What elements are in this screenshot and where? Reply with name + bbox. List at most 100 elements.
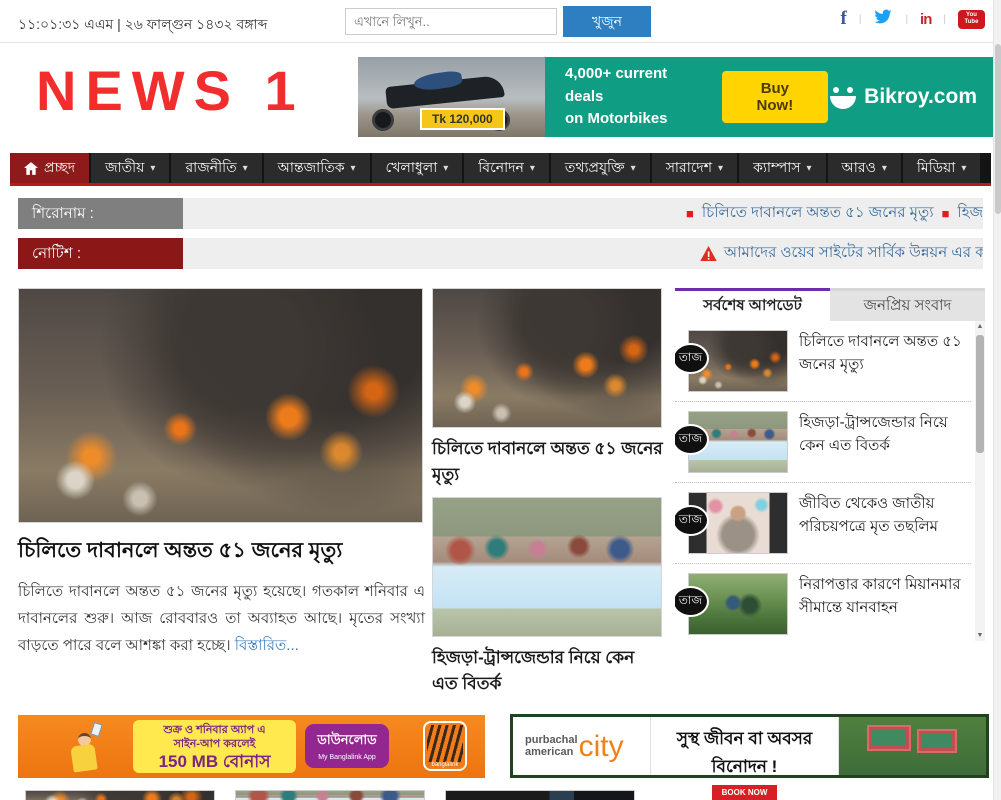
ticker-item[interactable]: হিজড়া-ট্রান্সজেন্ডার নিয়ে কেন এত বিতর্… [957, 201, 983, 226]
buy-now-button[interactable]: Buy Now! [722, 71, 829, 123]
caret-down-icon: ▾ [882, 163, 887, 174]
logo-word: purbachal [525, 734, 578, 746]
nav-item-campus[interactable]: ক্যাম্পাস▾ [739, 153, 825, 183]
nav-item-home[interactable]: প্রচ্ছদ [10, 153, 89, 183]
ticker-item[interactable]: চিলিতে দাবানলে অন্তত ৫১ জনের মৃত্যু [702, 201, 934, 226]
nav-label: জাতীয় [105, 156, 144, 180]
scrollbar-thumb[interactable] [976, 335, 984, 453]
article-thumbnail-partial[interactable] [25, 790, 215, 800]
ad-text-line1: 4,000+ current deals [565, 63, 688, 108]
sidebar: সর্বশেষ আপডেট জনপ্রিয় সংবাদ তাজ চিলিতে … [675, 288, 985, 641]
bullet-icon: ■ [686, 206, 694, 221]
linkedin-icon[interactable]: in [920, 11, 931, 28]
offer-line1: শুক্র ও শনিবার অ্যাপ এ [133, 724, 296, 738]
nav-item-media[interactable]: মিডিয়া▾ [903, 153, 980, 183]
sidebar-list: তাজ চিলিতে দাবানলে অন্তত ৫১ জনের মৃত্যু … [675, 321, 985, 641]
nav-label: রাজনীতি [185, 156, 236, 180]
nav-label: তথ্যপ্রযুক্তি [565, 156, 625, 180]
search-button[interactable]: খুজুন [563, 6, 651, 37]
nav-item-entertainment[interactable]: বিনোদন▾ [464, 153, 549, 183]
caret-down-icon: ▾ [150, 163, 155, 174]
nav-item-more[interactable]: আরও ▾ [828, 153, 901, 183]
page-scrollbar[interactable] [993, 0, 1001, 800]
tab-latest-updates[interactable]: সর্বশেষ আপডেট [675, 288, 830, 321]
article-thumbnail-partial[interactable] [445, 790, 635, 800]
list-item-title[interactable]: হিজড়া-ট্রান্সজেন্ডার নিয়ে কেন এত বিতর্… [799, 411, 971, 473]
youtube-icon[interactable]: You Tube [958, 10, 985, 29]
selfie-person-illustration [60, 725, 110, 775]
ticker-body: ■ চিলিতে দাবানলে অন্তত ৫১ জনের মৃত্যু ■ … [183, 198, 983, 229]
person-body-shape [70, 743, 97, 772]
nav-item-politics[interactable]: রাজনীতি ▾ [171, 153, 261, 183]
twitter-icon[interactable] [873, 8, 893, 30]
purbachal-ad-center: সুস্থ জীবন বা অবসর বিনোদন ! BOOK NOW [650, 717, 839, 775]
page-scrollbar-thumb[interactable] [995, 44, 1001, 214]
list-item-title[interactable]: চিলিতে দাবানলে অন্তত ৫১ জনের মৃত্যু [799, 330, 971, 392]
datetime-text: ১১:০১:৩১ এএম | ২৬ ফাল্গুন ১৪৩২ বঙ্গাব্দ [18, 13, 267, 37]
scroll-up-icon[interactable]: ▲ [976, 323, 984, 330]
secondary-article-image[interactable] [432, 288, 662, 428]
list-item[interactable]: তাজ হিজড়া-ট্রান্সজেন্ডার নিয়ে কেন এত ব… [675, 402, 971, 483]
separator: | [943, 14, 946, 25]
article-thumbnail-partial[interactable] [235, 790, 425, 800]
secondary-article-title[interactable]: চিলিতে দাবানলে অন্তত ৫১ জনের মৃত্যু [432, 436, 664, 487]
lead-article-image[interactable] [18, 288, 423, 523]
nav-label: সারাদেশ [666, 156, 712, 180]
offer-line2: সাইন-আপ করলেই [133, 738, 296, 752]
nav-item-international[interactable]: আন্তজাতিক ▾ [264, 153, 370, 183]
book-now-button[interactable]: BOOK NOW [712, 785, 778, 800]
sidebar-tabs: সর্বশেষ আপডেট জনপ্রিয় সংবাদ [675, 288, 985, 321]
scroll-down-icon[interactable]: ▼ [976, 632, 984, 639]
nav-item-national[interactable]: জাতীয় ▾ [91, 153, 169, 183]
lead-article-excerpt: চিলিতে দাবানলে অন্তত ৫১ জনের মৃত্যু হয়ে… [18, 578, 425, 659]
tab-popular-news[interactable]: জনপ্রিয় সংবাদ [830, 288, 985, 321]
list-item-title[interactable]: নিরাপত্তার কারণে মিয়ানমার সীমান্তে যানব… [799, 573, 971, 635]
read-more-link[interactable]: বিস্তারিত... [235, 637, 299, 654]
caret-down-icon: ▾ [351, 163, 356, 174]
nav-item-sports[interactable]: খেলাধুলা▾ [372, 153, 463, 183]
list-item[interactable]: তাজ জীবিত থেকেও জাতীয় পরিচয়পত্রে মৃত ত… [675, 483, 971, 564]
warning-icon [700, 246, 717, 261]
secondary-column: চিলিতে দাবানলে অন্তত ৫১ জনের মৃত্যু হিজড… [432, 288, 664, 718]
site-logo[interactable]: NEWS 1 [36, 58, 305, 123]
banglalink-ad-banner[interactable]: শুক্র ও শনিবার অ্যাপ এ সাইন-আপ করলেই 150… [18, 715, 485, 778]
youtube-icon-text: You [966, 12, 977, 19]
download-app-button[interactable]: ডাউনলোড My Banglalink App [305, 724, 389, 768]
secondary-article: চিলিতে দাবানলে অন্তত ৫১ জনের মৃত্যু [432, 288, 664, 487]
list-item[interactable]: তাজ চিলিতে দাবানলে অন্তত ৫১ জনের মৃত্যু [675, 321, 971, 402]
caret-down-icon: ▾ [443, 163, 448, 174]
caret-down-icon: ▾ [718, 163, 723, 174]
download-button-sublabel: My Banglalink App [305, 754, 389, 761]
secondary-article-image[interactable] [432, 497, 662, 637]
nav-item-tech[interactable]: তথ্যপ্রযুক্তি ▾ [551, 153, 650, 183]
list-item[interactable]: তাজ নিরাপত্তার কারণে মিয়ানমার সীমান্তে … [675, 564, 971, 641]
motorbike-photo: Tk 120,000 [358, 57, 545, 137]
sidebar-scrollbar[interactable]: ▲ ▼ [975, 321, 985, 641]
ad-banner-body: 4,000+ current deals on Motorbikes Buy N… [545, 57, 993, 137]
facebook-icon[interactable]: f [841, 8, 847, 30]
social-links: f | | in | You Tube [841, 8, 986, 30]
nav-label: আন্তজাতিক [278, 156, 345, 180]
nav-item-countrywide[interactable]: সারাদেশ ▾ [652, 153, 737, 183]
caret-down-icon: ▾ [243, 163, 248, 174]
main-nav: প্রচ্ছদ জাতীয় ▾ রাজনীতি ▾ আন্তজাতিক ▾ খেলা… [10, 153, 991, 186]
lead-article-title[interactable]: চিলিতে দাবানলে অন্তত ৫১ জনের মৃত্যু [18, 534, 425, 569]
excerpt-text: চিলিতে দাবানলে অন্তত ৫১ জনের মৃত্যু হয়ে… [18, 583, 425, 654]
search-input[interactable] [345, 8, 557, 35]
smiley-eye-shape [847, 87, 853, 93]
notice-label: নোটিশ : [18, 238, 183, 269]
ticker-content[interactable]: ■ চিলিতে দাবানলে অন্তত ৫১ জনের মৃত্যু ■ … [678, 198, 983, 229]
bikroy-smiley-icon [828, 82, 858, 112]
topbar: ১১:০১:৩১ এএম | ২৬ ফাল্গুন ১৪৩২ বঙ্গাব্দ … [0, 0, 1001, 43]
phone-shape [90, 722, 103, 737]
price-tag: Tk 120,000 [420, 108, 505, 130]
smiley-mouth-shape [830, 96, 856, 109]
purbachal-ad-banner[interactable]: purbachal american city সুস্থ জীবন বা অব… [510, 714, 989, 778]
nav-label: আরও [842, 156, 876, 180]
home-icon [24, 162, 38, 175]
bikroy-ad-banner[interactable]: Tk 120,000 4,000+ current deals on Motor… [358, 57, 993, 137]
smiley-eye-shape [833, 87, 839, 93]
caret-down-icon: ▾ [631, 163, 636, 174]
secondary-article-title[interactable]: হিজড়া-ট্রান্সজেন্ডার নিয়ে কেন এত বিতর্… [432, 645, 664, 696]
list-item-title[interactable]: জীবিত থেকেও জাতীয় পরিচয়পত্রে মৃত তছলিম [799, 492, 971, 554]
